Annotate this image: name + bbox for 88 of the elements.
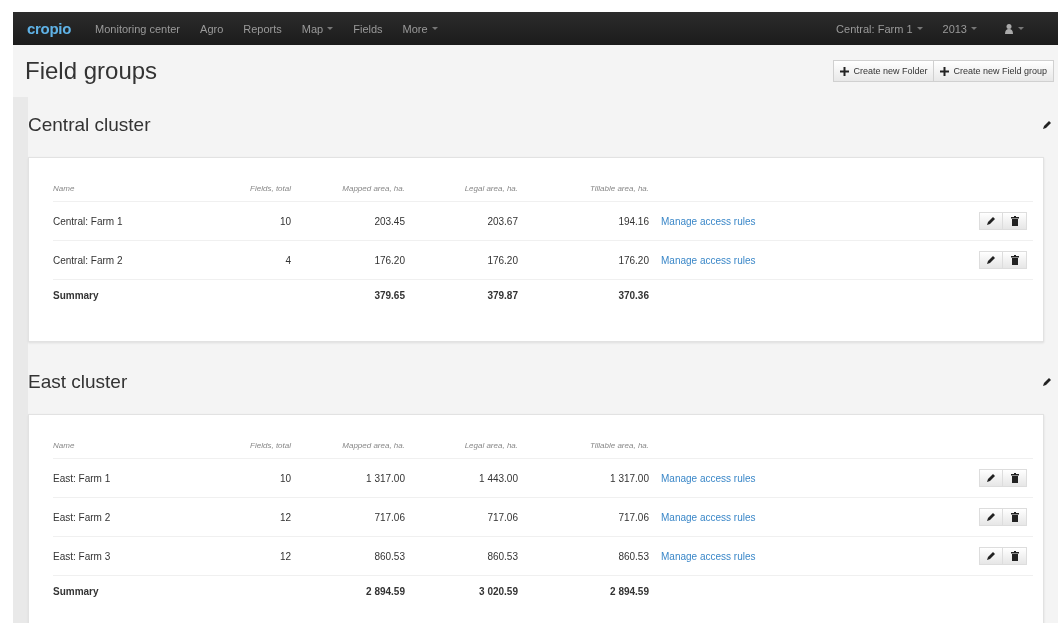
table-cell: East: Farm 3: [53, 536, 183, 576]
delete-button[interactable]: [1003, 212, 1027, 230]
summary-label: Summary: [53, 575, 183, 607]
pencil-icon: [986, 512, 996, 522]
table-cell: 860.53: [518, 536, 649, 576]
table-cell: 194.16: [518, 201, 649, 241]
table-cell: 717.06: [405, 497, 518, 537]
access-rules-link[interactable]: Manage access rules: [649, 472, 756, 484]
table-cell: East: Farm 2: [53, 497, 183, 537]
create-button[interactable]: Create new Folder: [833, 60, 935, 82]
column-header: Legal area, ha.: [405, 433, 518, 459]
logo[interactable]: cropio: [27, 20, 72, 37]
nav-link[interactable]: Central: Farm 1: [836, 22, 923, 35]
column-header: Name: [53, 176, 183, 202]
table-cell: 12: [183, 497, 291, 537]
edit-button[interactable]: [979, 469, 1003, 487]
edit-button[interactable]: [979, 547, 1003, 565]
table-cell: 860.53: [291, 536, 405, 576]
delete-button[interactable]: [1003, 508, 1027, 526]
table-cell: 203.67: [405, 201, 518, 241]
trash-icon: [1010, 473, 1019, 483]
table-cell: East: Farm 1: [53, 458, 183, 498]
trash-icon: [1010, 255, 1019, 265]
table-cell: 1 317.00: [291, 458, 405, 498]
plus-icon: [840, 66, 850, 76]
delete-button[interactable]: [1003, 547, 1027, 565]
pencil-icon: [1042, 377, 1052, 387]
column-header: Fields, total: [183, 176, 291, 202]
column-header: Tillable area, ha.: [518, 433, 649, 459]
group-title: Central cluster: [28, 114, 151, 136]
table-cell: 4: [183, 240, 291, 280]
access-rules-link[interactable]: Manage access rules: [649, 215, 756, 227]
trash-icon: [1010, 551, 1019, 561]
edit-button[interactable]: [979, 251, 1003, 269]
table-cell: Central: Farm 1: [53, 201, 183, 241]
table-cell: 176.20: [405, 240, 518, 280]
table-cell: 10: [183, 201, 291, 241]
plus-icon: [940, 66, 950, 76]
column-header: Legal area, ha.: [405, 176, 518, 202]
nav-link[interactable]: Monitoring center: [95, 22, 181, 35]
summary-label: Summary: [53, 279, 183, 311]
table-cell: 1 443.00: [405, 458, 518, 498]
table-cell: 2 894.59: [518, 575, 649, 607]
edit-button[interactable]: [979, 508, 1003, 526]
column-header: Fields, total: [183, 433, 291, 459]
column-header: Mapped area, ha.: [291, 433, 405, 459]
table-cell: 717.06: [291, 497, 405, 537]
edit-button[interactable]: [979, 212, 1003, 230]
table-cell: Central: Farm 2: [53, 240, 183, 280]
access-rules-link[interactable]: Manage access rules: [649, 550, 756, 562]
table-cell: 3 020.59: [405, 575, 518, 607]
access-rules-link[interactable]: Manage access rules: [649, 254, 756, 266]
pencil-icon: [986, 255, 996, 265]
page-title: Field groups: [25, 57, 158, 85]
table-cell: 10: [183, 458, 291, 498]
table-cell: 717.06: [518, 497, 649, 537]
table-cell: 1 317.00: [518, 458, 649, 498]
table-cell: 176.20: [291, 240, 405, 280]
table-cell: 203.45: [291, 201, 405, 241]
table-cell: 370.36: [518, 279, 649, 311]
pencil-icon: [1042, 120, 1052, 130]
column-header: Mapped area, ha.: [291, 176, 405, 202]
trash-icon: [1010, 512, 1019, 522]
nav-link[interactable]: Map: [301, 22, 334, 35]
trash-icon: [1010, 216, 1019, 226]
table-cell: 2 894.59: [291, 575, 405, 607]
nav-link[interactable]: More: [402, 22, 438, 35]
table-cell: 860.53: [405, 536, 518, 576]
nav-link[interactable]: Reports: [243, 22, 282, 35]
table-cell: 379.87: [405, 279, 518, 311]
create-button[interactable]: Create new Field group: [934, 60, 1054, 82]
nav-link[interactable]: 2013: [942, 22, 977, 35]
table-cell: 379.65: [291, 279, 405, 311]
group-title: East cluster: [28, 371, 128, 393]
pencil-icon: [986, 216, 996, 226]
column-header: Name: [53, 433, 183, 459]
table-cell: 12: [183, 536, 291, 576]
column-header: Tillable area, ha.: [518, 176, 649, 202]
pencil-icon: [986, 551, 996, 561]
delete-button[interactable]: [1003, 251, 1027, 269]
delete-button[interactable]: [1003, 469, 1027, 487]
nav-link[interactable]: Fields: [353, 22, 383, 35]
access-rules-link[interactable]: Manage access rules: [649, 511, 756, 523]
nav-link[interactable]: Agro: [200, 22, 224, 35]
user-menu[interactable]: [1005, 23, 1024, 34]
pencil-icon: [986, 473, 996, 483]
user-icon: [1005, 23, 1013, 34]
table-cell: 176.20: [518, 240, 649, 280]
